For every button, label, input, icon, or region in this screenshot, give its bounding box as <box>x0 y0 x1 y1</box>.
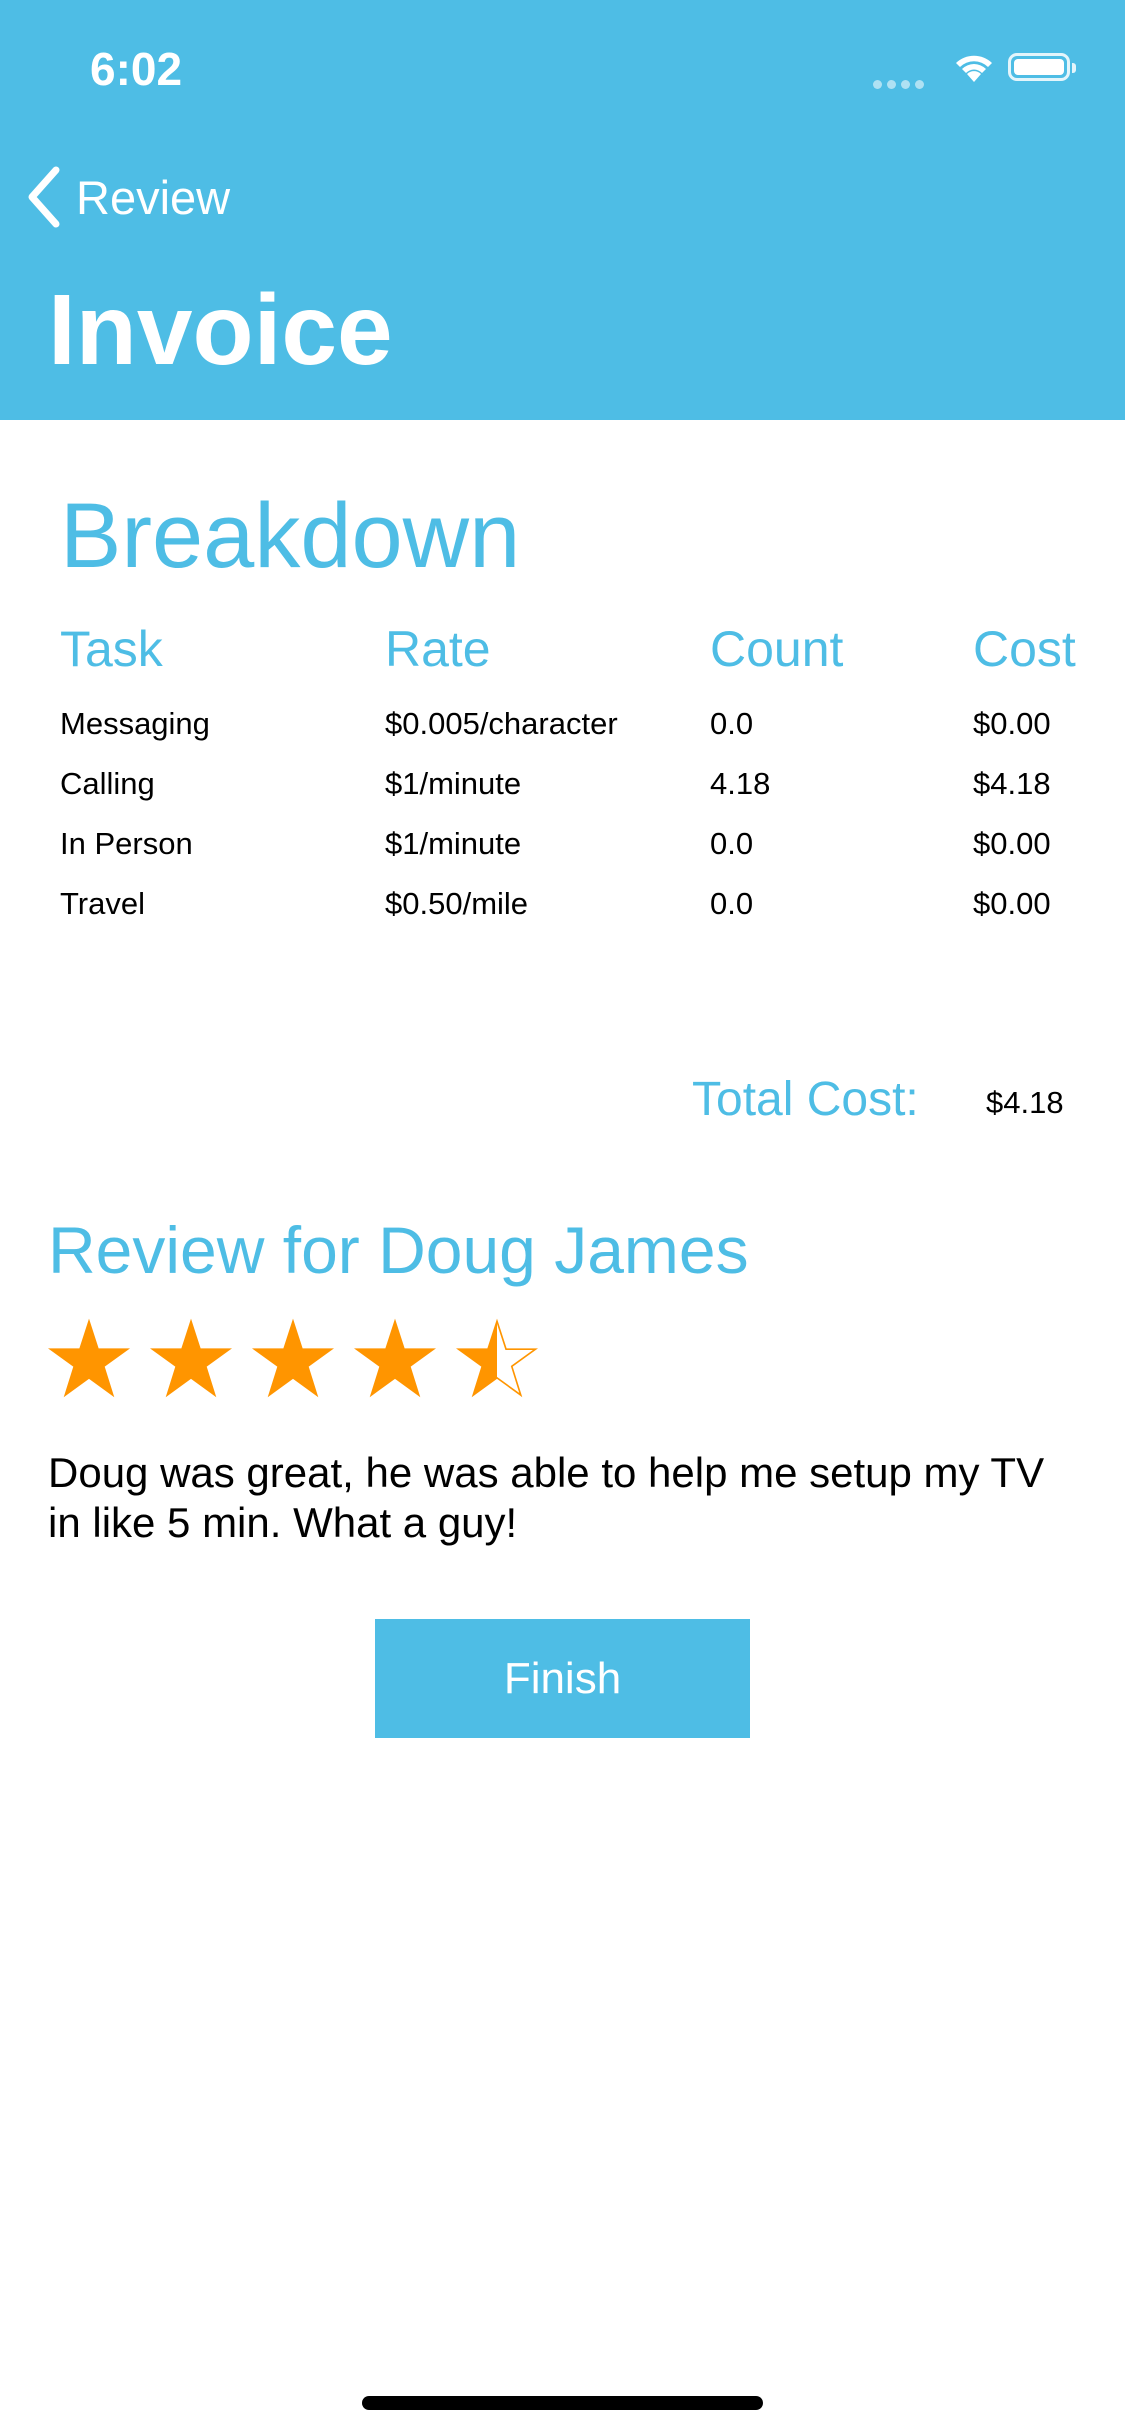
table-row: In Person $1/minute 0.0 $0.00 <box>60 818 1100 878</box>
cost-cell: $0.00 <box>973 886 1051 921</box>
chevron-left-icon <box>28 166 60 228</box>
rate-cell: $1/minute <box>385 766 522 801</box>
star-rating[interactable] <box>48 1318 558 1408</box>
breakdown-table: Task Rate Count Cost Messaging $0.005/ch… <box>60 620 1100 938</box>
cost-cell: $4.18 <box>973 766 1051 801</box>
task-cell: In Person <box>60 826 193 861</box>
wifi-icon <box>956 55 992 82</box>
table-header: Task Rate Count Cost <box>60 620 1100 698</box>
column-header-task: Task <box>60 621 163 677</box>
column-header-rate: Rate <box>385 621 491 677</box>
table-row: Travel $0.50/mile 0.0 $0.00 <box>60 878 1100 938</box>
column-header-count: Count <box>710 621 844 677</box>
task-cell: Travel <box>60 886 145 921</box>
column-header-cost: Cost <box>973 621 1076 677</box>
table-row: Calling $1/minute 4.18 $4.18 <box>60 758 1100 818</box>
cost-cell: $0.00 <box>973 826 1051 861</box>
cellular-signal-icon <box>873 76 929 94</box>
star-icon[interactable] <box>48 1318 130 1400</box>
rate-cell: $0.005/character <box>385 706 618 741</box>
table-row: Messaging $0.005/character 0.0 $0.00 <box>60 698 1100 758</box>
task-cell: Calling <box>60 766 155 801</box>
cost-cell: $0.00 <box>973 706 1051 741</box>
star-icon[interactable] <box>252 1318 334 1400</box>
status-icons <box>873 48 1083 89</box>
count-cell: 0.0 <box>710 826 754 861</box>
status-time: 6:02 <box>90 43 183 95</box>
rate-cell: $1/minute <box>385 826 522 861</box>
finish-button[interactable]: Finish <box>375 1619 750 1738</box>
rate-cell: $0.50/mile <box>385 886 529 921</box>
star-icon[interactable] <box>150 1318 232 1400</box>
review-text: Doug was great, he was able to help me s… <box>48 1449 1045 1546</box>
star-icon[interactable] <box>456 1318 538 1400</box>
battery-icon <box>1008 53 1076 81</box>
total-cost-value: $4.18 <box>986 1085 1064 1120</box>
count-cell: 0.0 <box>710 706 754 741</box>
back-button-label: Review <box>76 170 231 224</box>
page-title: Invoice <box>48 274 393 386</box>
star-icon[interactable] <box>354 1318 436 1400</box>
back-button[interactable]: Review <box>26 162 230 232</box>
breakdown-title: Breakdown <box>60 485 521 587</box>
count-cell: 4.18 <box>710 766 771 801</box>
task-cell: Messaging <box>60 706 210 741</box>
total-cost-label: Total Cost: <box>692 1073 919 1126</box>
home-indicator <box>362 2396 763 2410</box>
navigation-header: 6:02 Review Invoice <box>0 0 1125 420</box>
count-cell: 0.0 <box>710 886 754 921</box>
review-title: Review for Doug James <box>48 1213 749 1287</box>
